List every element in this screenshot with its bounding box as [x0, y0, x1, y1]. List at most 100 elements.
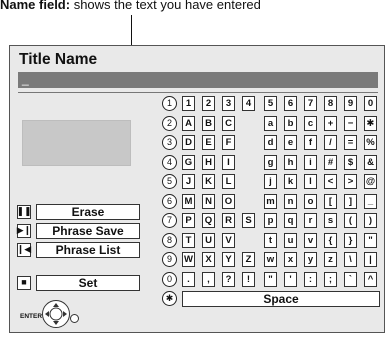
char-key[interactable]: v — [304, 232, 317, 248]
char-key[interactable]: T — [182, 232, 195, 248]
phrase-list-control[interactable]: ❙◀ Phrase List — [17, 241, 140, 258]
char-key[interactable]: i — [304, 154, 317, 170]
char-key[interactable]: , — [202, 271, 215, 287]
set-control[interactable]: ■ Set — [17, 274, 140, 291]
char-key[interactable]: . — [182, 271, 195, 287]
erase-button[interactable]: Erase — [36, 203, 140, 220]
char-key[interactable]: b — [284, 115, 297, 131]
char-key[interactable]: J — [182, 174, 195, 189]
char-key[interactable]: \ — [344, 252, 357, 267]
char-key[interactable]: c — [304, 115, 317, 131]
char-key[interactable]: C — [222, 115, 235, 131]
char-key[interactable]: D — [182, 135, 195, 150]
char-key[interactable]: 9 — [344, 96, 357, 111]
char-key[interactable]: [ — [324, 193, 337, 209]
char-key[interactable]: : — [304, 271, 317, 287]
char-key[interactable]: S — [242, 213, 255, 228]
char-key[interactable]: # — [324, 154, 337, 170]
space-key[interactable]: Space — [182, 291, 380, 307]
char-key[interactable]: " — [264, 271, 277, 287]
char-key[interactable]: w — [264, 252, 277, 267]
char-key[interactable]: L — [222, 174, 235, 189]
char-key[interactable]: Y — [222, 252, 235, 267]
char-key[interactable]: 4 — [242, 96, 255, 111]
char-key[interactable]: R — [222, 213, 235, 228]
char-key[interactable]: % — [364, 135, 377, 150]
char-key[interactable]: r — [304, 213, 317, 228]
char-key[interactable]: z — [324, 252, 337, 267]
char-key[interactable]: ] — [344, 193, 357, 209]
char-key[interactable]: h — [284, 154, 297, 170]
char-key[interactable]: 1 — [182, 96, 195, 111]
char-key[interactable]: m — [264, 193, 277, 209]
char-key[interactable]: ? — [222, 271, 235, 287]
char-key[interactable]: 2 — [202, 96, 215, 111]
char-key[interactable]: 5 — [264, 96, 277, 111]
char-key[interactable]: ; — [324, 271, 337, 287]
char-key[interactable]: o — [304, 193, 317, 209]
char-key[interactable]: 7 — [304, 96, 317, 111]
char-key[interactable]: 3 — [222, 96, 235, 111]
char-key[interactable]: _ — [364, 193, 377, 209]
phrase-list-button[interactable]: Phrase List — [36, 241, 140, 258]
char-key[interactable]: H — [202, 154, 215, 170]
erase-control[interactable]: ❚❚ Erase — [16, 203, 140, 220]
char-key[interactable]: ` — [344, 271, 357, 287]
char-key[interactable]: O — [222, 193, 235, 209]
set-button[interactable]: Set — [36, 274, 140, 291]
char-key[interactable]: ' — [284, 271, 297, 287]
char-key[interactable]: @ — [364, 174, 377, 189]
char-key[interactable]: < — [324, 174, 337, 189]
char-key[interactable]: ! — [242, 271, 255, 287]
char-key[interactable]: G — [182, 154, 195, 170]
char-key[interactable]: & — [364, 154, 377, 170]
char-key[interactable]: k — [284, 174, 297, 189]
char-key[interactable]: n — [284, 193, 297, 209]
char-key[interactable]: 8 — [324, 96, 337, 111]
char-key[interactable]: / — [324, 135, 337, 150]
char-key[interactable]: = — [344, 135, 357, 150]
char-key[interactable]: + — [324, 115, 337, 131]
char-key[interactable]: t — [264, 232, 277, 248]
directional-pad-icon[interactable] — [42, 300, 70, 328]
char-key[interactable]: x — [284, 252, 297, 267]
char-key[interactable]: l — [304, 174, 317, 189]
char-key[interactable]: X — [202, 252, 215, 267]
char-key[interactable]: d — [264, 135, 277, 150]
char-key[interactable]: B — [202, 115, 215, 131]
char-key[interactable]: j — [264, 174, 277, 189]
char-key[interactable]: ( — [344, 213, 357, 228]
char-key[interactable]: W — [182, 252, 195, 267]
char-key[interactable]: u — [284, 232, 297, 248]
char-key[interactable]: } — [344, 232, 357, 248]
char-key[interactable]: ✱ — [364, 115, 377, 131]
char-key[interactable]: " — [364, 232, 377, 248]
phrase-save-button[interactable]: Phrase Save — [36, 222, 140, 239]
char-key[interactable]: q — [284, 213, 297, 228]
char-key[interactable]: − — [344, 115, 357, 131]
char-key[interactable]: e — [284, 135, 297, 150]
enter-control[interactable]: ENTER — [20, 300, 110, 330]
char-key[interactable]: Q — [202, 213, 215, 228]
char-key[interactable]: g — [264, 154, 277, 170]
char-key[interactable]: N — [202, 193, 215, 209]
char-key[interactable]: P — [182, 213, 195, 228]
char-key[interactable]: F — [222, 135, 235, 150]
char-key[interactable]: 6 — [284, 96, 297, 111]
char-key[interactable]: K — [202, 174, 215, 189]
char-key[interactable]: ) — [364, 213, 377, 228]
char-key[interactable]: p — [264, 213, 277, 228]
char-key[interactable]: E — [202, 135, 215, 150]
char-key[interactable]: | — [364, 252, 377, 267]
char-key[interactable]: a — [264, 115, 277, 131]
char-key[interactable]: > — [344, 174, 357, 189]
char-key[interactable]: { — [324, 232, 337, 248]
char-key[interactable]: Z — [242, 252, 255, 267]
char-key[interactable]: y — [304, 252, 317, 267]
char-key[interactable]: f — [304, 135, 317, 150]
char-key[interactable]: I — [222, 154, 235, 170]
char-key[interactable]: 0 — [364, 96, 377, 111]
char-key[interactable]: $ — [344, 154, 357, 170]
char-key[interactable]: ^ — [364, 271, 377, 287]
char-key[interactable]: s — [324, 213, 337, 228]
